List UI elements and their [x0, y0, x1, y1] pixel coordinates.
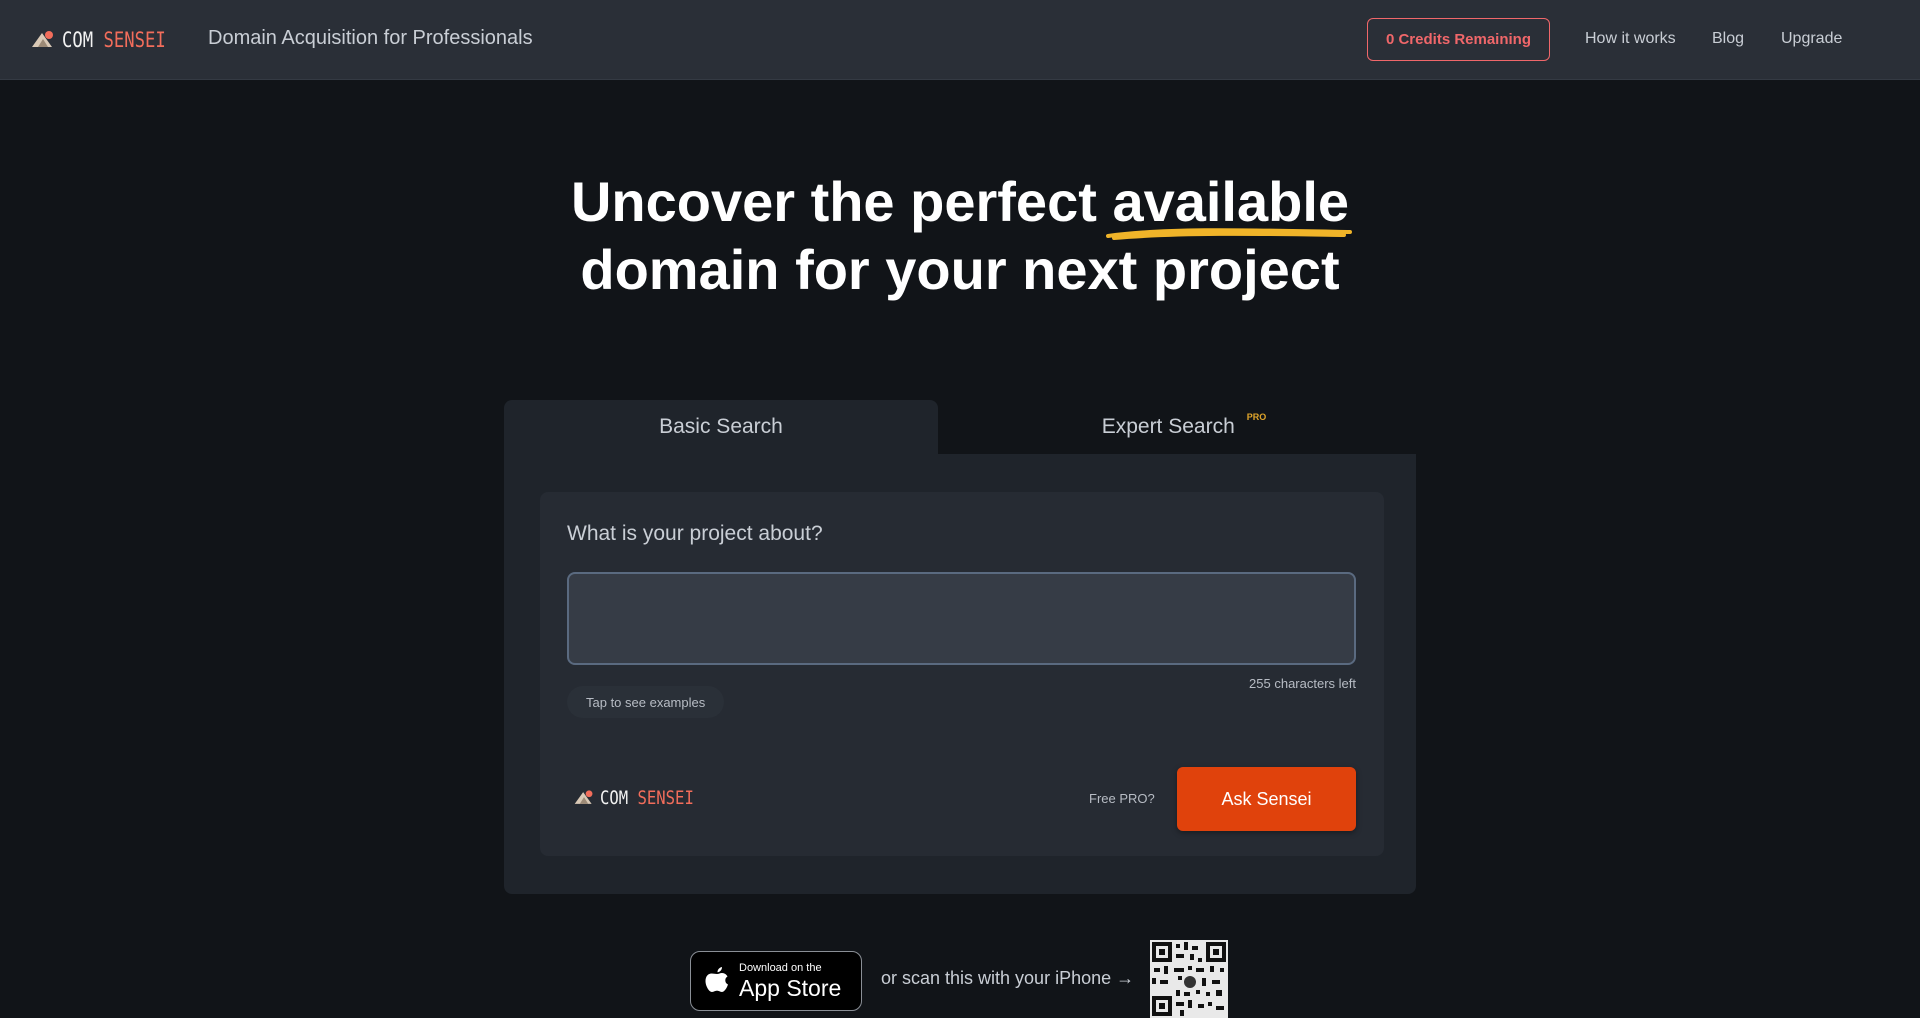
app-store-badge[interactable]: Download on the App Store: [690, 951, 862, 1011]
tab-expert-search[interactable]: Expert Search PRO: [940, 400, 1416, 454]
scan-instruction: or scan this with your iPhone →: [881, 968, 1135, 988]
logo-icon: [32, 31, 53, 47]
project-description-input[interactable]: [567, 572, 1356, 665]
logo-word-sensei: SENSEI: [103, 28, 166, 52]
site-tagline: Domain Acquisition for Professionals: [208, 27, 533, 49]
free-pro-link[interactable]: Free PRO?: [1089, 791, 1155, 806]
nav-how-it-works[interactable]: How it works: [1585, 30, 1676, 48]
hero-highlight-word: available: [1106, 168, 1353, 240]
characters-left-counter: 255 characters left: [1249, 676, 1356, 691]
project-question-label: What is your project about?: [567, 522, 823, 545]
top-navbar: COM SENSEI Domain Acquisition for Profes…: [0, 0, 1920, 80]
tab-expert-label: Expert Search: [1101, 415, 1235, 438]
ask-sensei-button[interactable]: Ask Sensei: [1177, 767, 1356, 831]
search-card: What is your project about? 255 characte…: [504, 454, 1416, 894]
tab-basic-search[interactable]: Basic Search: [504, 400, 938, 454]
underline-decoration: [1106, 228, 1353, 240]
credits-remaining-button[interactable]: 0 Credits Remaining: [1367, 18, 1550, 61]
pro-badge: PRO: [1246, 412, 1267, 422]
search-form: What is your project about? 255 characte…: [540, 492, 1384, 856]
apple-icon: [705, 967, 728, 992]
logo-word-com: COM: [62, 28, 94, 52]
logo-icon: [574, 790, 593, 804]
logo-text: COM SENSEI: [62, 28, 166, 52]
app-store-text: Download on the App Store: [739, 961, 842, 1001]
hero-line2-text: domain for your next project: [580, 238, 1340, 301]
hero-heading: Uncover the perfect available domain for…: [0, 168, 1920, 304]
qr-code: [1150, 940, 1228, 1018]
logo-word-com: COM: [600, 787, 629, 809]
brand-logo[interactable]: COM SENSEI: [30, 24, 188, 56]
logo-word-sensei: SENSEI: [637, 787, 694, 809]
logo-text: COM SENSEI: [600, 787, 694, 809]
see-examples-button[interactable]: Tap to see examples: [567, 686, 725, 718]
hero-line1-text: Uncover the perfect: [570, 170, 1113, 233]
nav-upgrade[interactable]: Upgrade: [1781, 30, 1842, 48]
app-store-small-text: Download on the: [739, 961, 822, 974]
nav-blog[interactable]: Blog: [1712, 30, 1744, 48]
form-brand-logo: COM SENSEI: [573, 787, 714, 809]
app-store-big-text: App Store: [739, 974, 842, 1001]
